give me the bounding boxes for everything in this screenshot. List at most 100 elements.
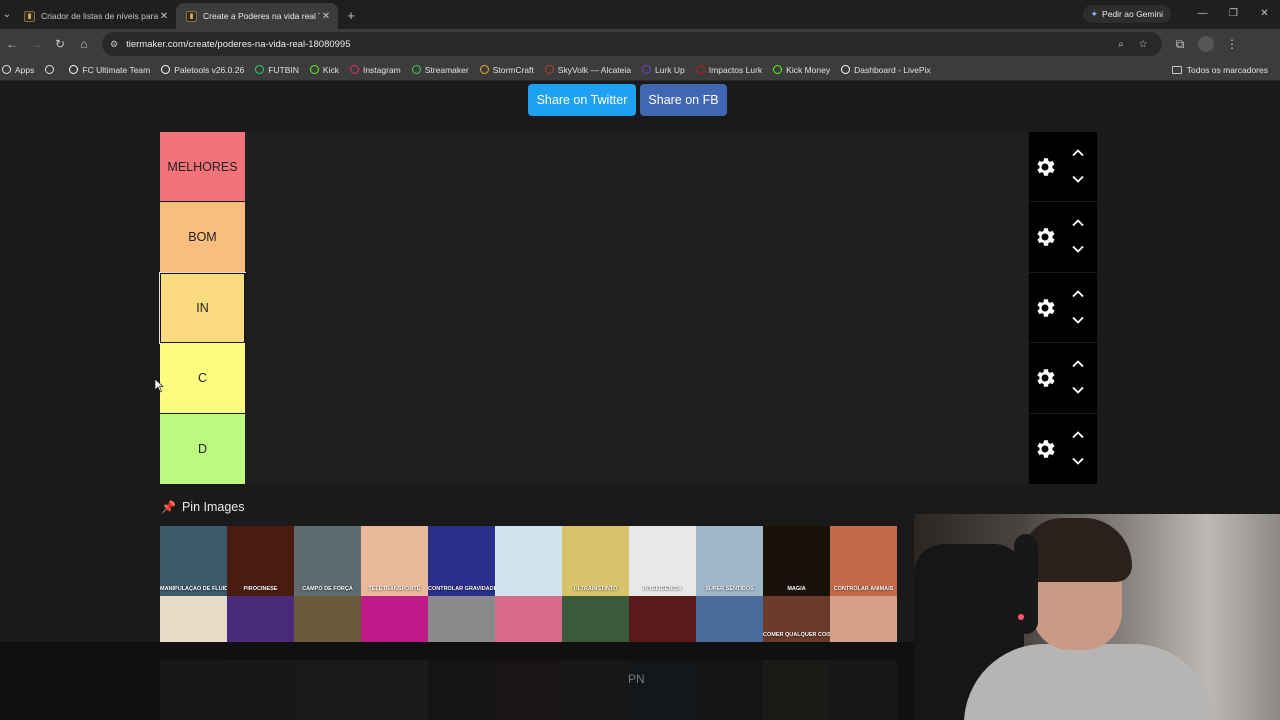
gear-icon[interactable] — [1033, 155, 1057, 179]
tab-search-icon[interactable]: ⌄ — [0, 3, 14, 25]
headset-icon — [1014, 534, 1038, 634]
tier-drop-zone[interactable] — [245, 272, 1028, 343]
new-tab-icon[interactable]: + — [338, 2, 364, 28]
tier-image[interactable]: TELETRANSPORTE — [361, 526, 428, 596]
close-window-icon[interactable]: ✕ — [1249, 0, 1280, 26]
tier-drop-zone[interactable] — [245, 132, 1028, 202]
url-text[interactable]: tiermaker.com/create/poderes-na-vida-rea… — [126, 39, 1110, 50]
bookmark-kickmoney[interactable]: Kick Money — [773, 65, 830, 75]
kick-icon — [309, 65, 319, 74]
bookmark-instagram[interactable]: Instagram — [349, 65, 401, 75]
tier-label[interactable]: C — [160, 343, 245, 414]
minimize-icon[interactable]: — — [1187, 0, 1218, 26]
paletools-icon — [161, 65, 171, 74]
tab-title: Create a Poderes na vida real Ti — [203, 11, 320, 21]
bookmark-lurkup[interactable]: Lurk Up — [642, 65, 685, 75]
tier-label[interactable]: D — [160, 413, 245, 484]
bookmark-paletools[interactable]: Paletools v26.0.26 — [161, 65, 244, 75]
tier-image[interactable]: CONTROLAR ANIMAIS — [830, 526, 897, 596]
bookmark-stormcraft[interactable]: StormCraft — [479, 65, 534, 75]
tier-drop-zone[interactable] — [245, 413, 1028, 484]
image-caption: CONTROLAR GRAVIDADE — [428, 586, 495, 592]
menu-kebab-icon[interactable]: ⋮ — [1220, 32, 1244, 56]
tier-image[interactable] — [495, 596, 562, 642]
tier-drop-zone[interactable] — [245, 202, 1028, 273]
chevron-down-icon[interactable] — [1071, 454, 1085, 468]
chevron-down-icon[interactable] — [1071, 172, 1085, 186]
address-bar[interactable]: ⚙ tiermaker.com/create/poderes-na-vida-r… — [102, 32, 1162, 56]
bookmark-kick[interactable]: Kick — [309, 65, 339, 75]
tier-image[interactable] — [361, 596, 428, 642]
bookmark-futbin[interactable]: FUTBIN — [255, 65, 299, 75]
chevron-down-icon[interactable] — [1071, 242, 1085, 256]
tab-2-active[interactable]: ▮ Create a Poderes na vida real Ti ✕ — [176, 3, 338, 29]
tier-image[interactable]: ULTRAINSTINTO — [562, 526, 629, 596]
tab-1[interactable]: ▮ Criador de listas de níveis para ✕ — [14, 3, 176, 29]
chevron-up-icon[interactable] — [1071, 357, 1085, 371]
skyvolk-icon — [544, 65, 554, 74]
gear-icon[interactable] — [1033, 225, 1057, 249]
extensions-icon[interactable]: ⧉ — [1168, 32, 1192, 56]
share-twitter-button[interactable]: Share on Twitter — [528, 84, 636, 116]
chevron-down-icon[interactable] — [1071, 383, 1085, 397]
bookmark-streamaker[interactable]: Streamaker — [411, 65, 469, 75]
gear-icon[interactable] — [1033, 296, 1057, 320]
bookmark-apps[interactable]: Apps — [2, 65, 34, 75]
chevron-down-icon[interactable] — [1071, 313, 1085, 327]
tier-label[interactable]: MELHORES — [160, 132, 245, 202]
gemini-button[interactable]: ✦ Pedir ao Gemini — [1082, 5, 1171, 23]
futbin-icon — [255, 65, 265, 74]
bookmark-skyvolk[interactable]: SkyVolk — Alcateia — [544, 65, 631, 75]
tier-image[interactable]: MAGIA — [763, 526, 830, 596]
tier-image[interactable] — [495, 526, 562, 596]
tier-image[interactable] — [160, 596, 227, 642]
bookmark-fc[interactable]: FC Ultimate Team — [69, 65, 150, 75]
home-icon[interactable]: ⌂ — [72, 32, 96, 56]
bookmark-label: Lurk Up — [655, 64, 685, 75]
chevron-up-icon[interactable] — [1071, 216, 1085, 230]
bookmark-label: Apps — [15, 64, 35, 75]
bookmark-label: FC Ultimate Team — [82, 64, 151, 75]
tier-label[interactable]: IN — [159, 271, 246, 344]
tier-image[interactable] — [294, 596, 361, 642]
tier-image[interactable] — [830, 596, 897, 642]
bookmark-star-icon[interactable]: ☆ — [1132, 39, 1154, 50]
tier-image[interactable]: CAMPO DE FORÇA — [294, 526, 361, 596]
tier-image[interactable]: CONTROLAR GRAVIDADE — [428, 526, 495, 596]
bookmark-impactos[interactable]: Impactos Lurk — [695, 65, 762, 75]
bookmark-grid[interactable] — [45, 65, 58, 74]
forward-icon[interactable]: → — [24, 32, 48, 56]
chevron-up-icon[interactable] — [1071, 146, 1085, 160]
gear-icon[interactable] — [1033, 437, 1057, 461]
zoom-icon[interactable]: ⌕ — [1110, 39, 1132, 50]
tier-image[interactable] — [629, 596, 696, 642]
gemini-sparkle-icon: ✦ — [1090, 8, 1099, 19]
back-icon[interactable]: ← — [0, 32, 24, 56]
bookmark-livepix[interactable]: Dashboard - LivePix — [841, 65, 931, 75]
tier-controls — [1029, 202, 1097, 273]
tier-drop-zone[interactable] — [245, 343, 1028, 414]
profile-avatar[interactable] — [1198, 36, 1214, 52]
chevron-up-icon[interactable] — [1071, 287, 1085, 301]
tier-image[interactable]: INTELIGÊNCIA — [629, 526, 696, 596]
tier-image[interactable]: MANIPULAÇÃO DE FLUIDOS — [160, 526, 227, 596]
tier-image[interactable] — [562, 596, 629, 642]
tier-image[interactable]: PIROCINESE — [227, 526, 294, 596]
image-caption: ULTRAINSTINTO — [573, 586, 618, 592]
close-tab-icon[interactable]: ✕ — [158, 10, 170, 22]
restore-icon[interactable]: ❐ — [1218, 0, 1249, 26]
share-fb-button[interactable]: Share on FB — [640, 84, 727, 116]
tier-image[interactable] — [428, 596, 495, 642]
tier-label[interactable]: BOM — [160, 202, 245, 273]
tier-image[interactable]: COMER QUALQUER COISA — [763, 596, 830, 642]
site-info-icon[interactable]: ⚙ — [110, 39, 118, 50]
reload-icon[interactable]: ↻ — [48, 32, 72, 56]
chevron-up-icon[interactable] — [1071, 428, 1085, 442]
tier-image[interactable] — [696, 596, 763, 642]
gear-icon[interactable] — [1033, 366, 1057, 390]
tier-image[interactable]: SUPER SENTIDOS — [696, 526, 763, 596]
close-tab-icon[interactable]: ✕ — [320, 10, 332, 22]
all-bookmarks-folder[interactable]: Todos os marcadores — [1171, 65, 1268, 75]
fc-icon — [69, 65, 79, 74]
tier-image[interactable] — [227, 596, 294, 642]
